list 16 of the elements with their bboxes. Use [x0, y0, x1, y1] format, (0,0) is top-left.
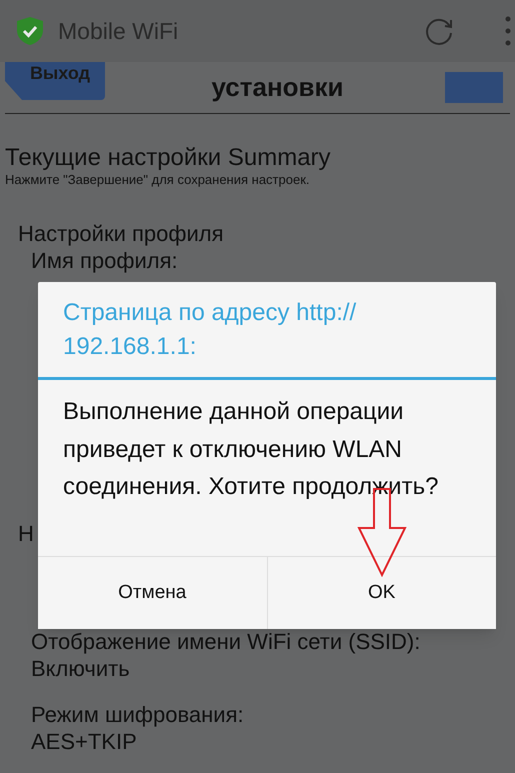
- dialog-button[interactable]: OK: [266, 557, 496, 629]
- summary-hint: Нажмите "Завершение" для сохранения настроек.: [5, 172, 311, 187]
- dialog-button[interactable]: Отмена: [38, 557, 266, 629]
- page-title: установки: [210, 74, 344, 100]
- field-value: AES+TKIP: [31, 728, 137, 755]
- field-label: Режим шифрования:: [31, 701, 244, 728]
- section-heading: Н: [18, 521, 34, 547]
- summary-title: Текущие настройки Summary: [5, 144, 332, 172]
- field-value: Включить: [31, 655, 130, 682]
- dialog-message: Выполнение данной операции приведет к отключению WLAN соединения. Хотите продолжить?: [63, 397, 440, 502]
- field-label: Отображение имени WiFi сети (SSID):: [31, 628, 420, 655]
- more-menu-icon[interactable]: [505, 15, 511, 47]
- shield-check-icon: [16, 16, 44, 46]
- field-label: Имя профиля:: [31, 247, 178, 274]
- section-heading: Настройки профиля: [18, 221, 224, 247]
- dialog-title: Страница по адресу http:// 192.168.1.1:: [63, 298, 358, 362]
